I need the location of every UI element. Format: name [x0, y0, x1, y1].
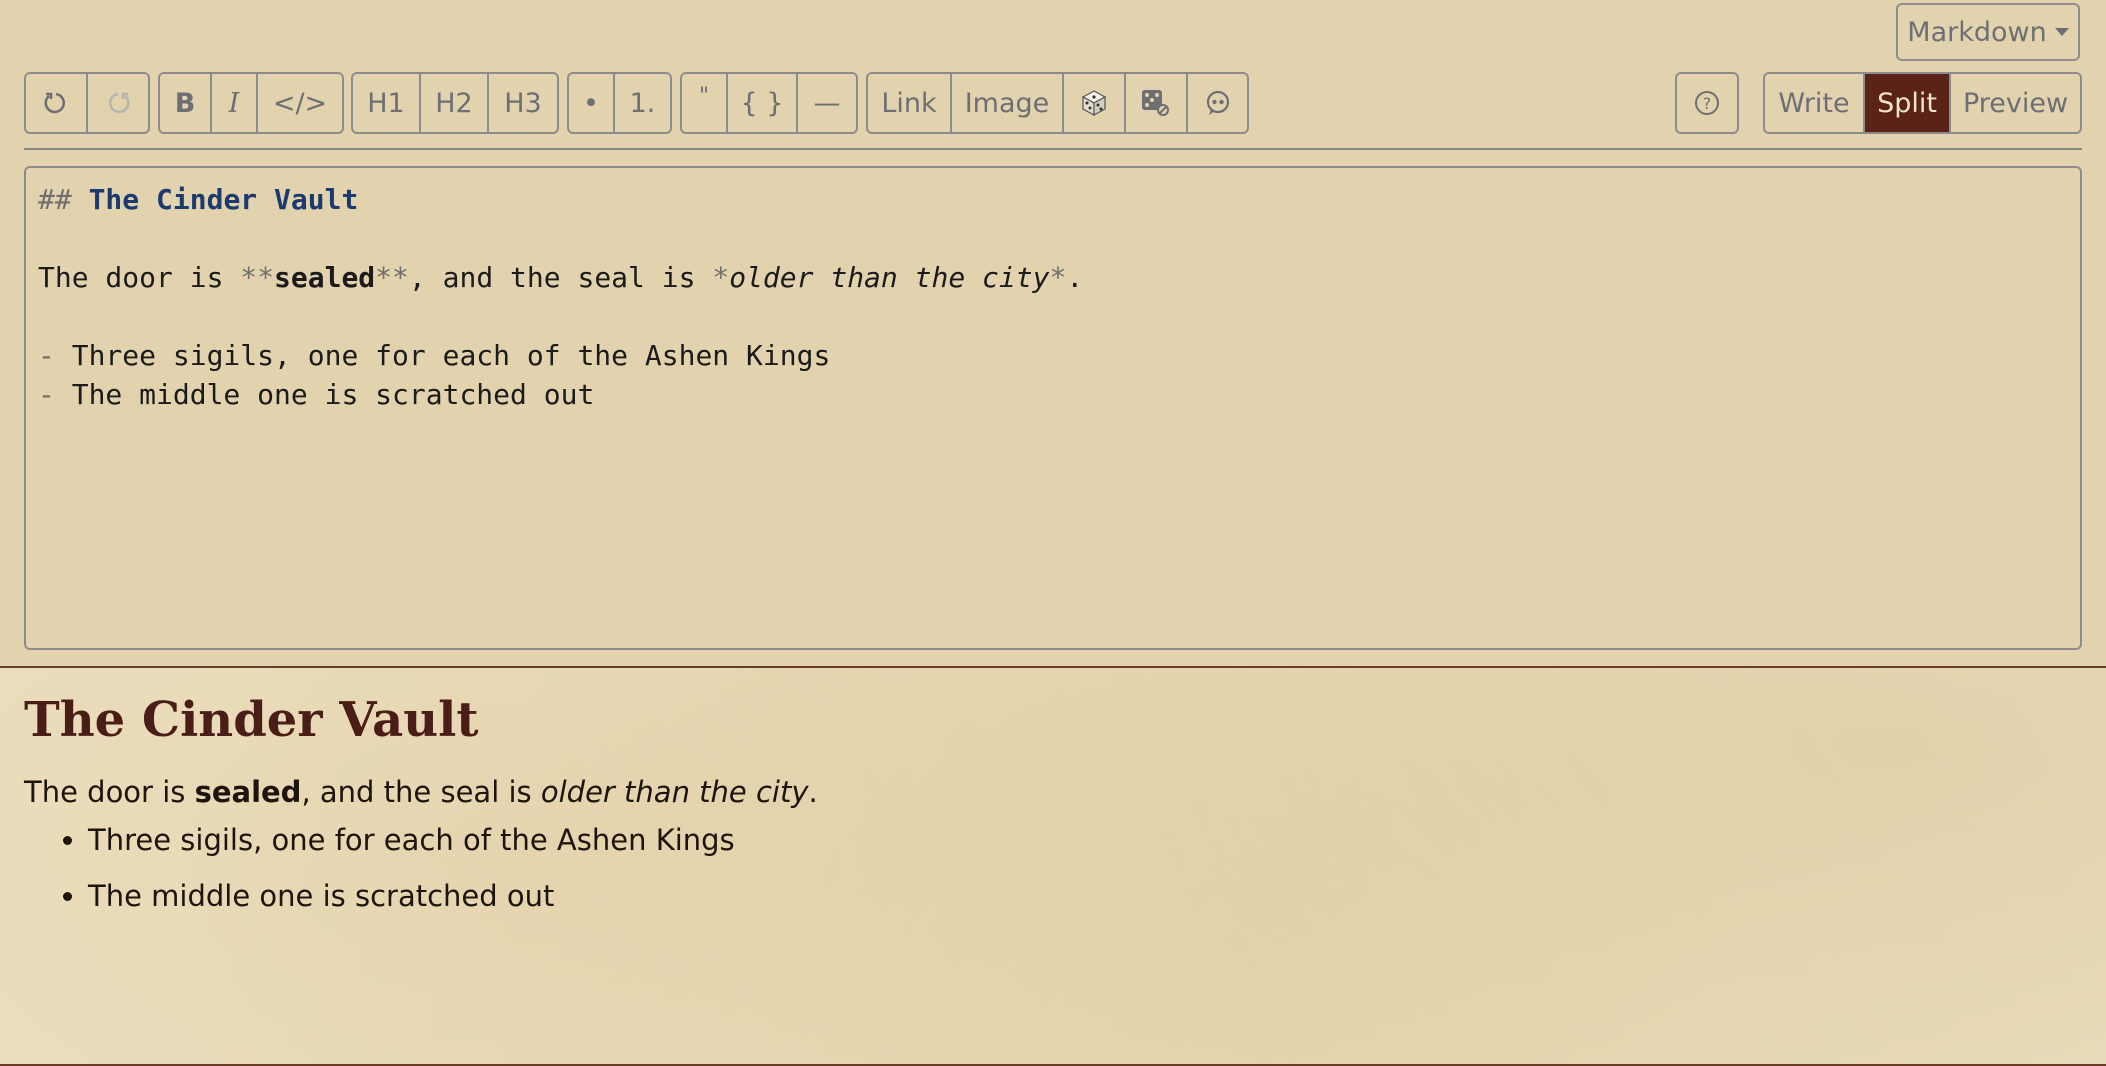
view-mode-tabs: Write Split Preview [1763, 72, 2082, 134]
history-group [24, 72, 150, 134]
h3-button[interactable]: H3 [489, 74, 557, 132]
table-link-button[interactable] [1126, 74, 1188, 132]
editor-line-list-item: - Three sigils, one for each of the Ashe… [38, 336, 2068, 375]
heading-group: H1 H2 H3 [351, 72, 559, 134]
h1-button[interactable]: H1 [353, 74, 421, 132]
preview-bold: sealed [194, 775, 302, 809]
undo-button[interactable] [26, 74, 88, 132]
preview-para-mid: , and the seal is [301, 775, 541, 809]
editor-line-list-item: - The middle one is scratched out [38, 375, 2068, 414]
preview-list: Three sigils, one for each of the Ashen … [24, 820, 2074, 916]
heading-text: The Cinder Vault [88, 183, 359, 216]
link-button[interactable]: Link [868, 74, 952, 132]
para-mid: , and the seal is [408, 261, 713, 294]
split-divider[interactable] [0, 666, 2106, 668]
rendered-preview: The Cinder Vault The door is sealed, and… [24, 690, 2074, 932]
editor-line-heading: ## The Cinder Vault [38, 180, 2068, 219]
horizontal-rule-button[interactable]: — [798, 74, 856, 132]
preview-para-pre: The door is [24, 775, 195, 809]
insert-group: Link Image [866, 72, 1249, 134]
bullet-list-button[interactable]: • [569, 74, 615, 132]
dice-roll-button[interactable] [1064, 74, 1126, 132]
toolbar-divider [24, 148, 2082, 150]
comment-icon [1204, 89, 1232, 117]
chevron-down-icon [2054, 28, 2069, 36]
list-group: • 1. [567, 72, 672, 134]
help-icon: ? [1693, 89, 1721, 117]
list-item-text: The middle one is scratched out [71, 378, 595, 411]
list-marker: - [38, 378, 72, 411]
list-item: The middle one is scratched out [88, 876, 2074, 916]
para-end: . [1066, 261, 1084, 294]
bold-button[interactable]: B [160, 74, 212, 132]
code-block-button[interactable]: { } [728, 74, 798, 132]
numbered-list-button[interactable]: 1. [615, 74, 670, 132]
preview-para-end: . [808, 775, 818, 809]
markdown-mode-dropdown[interactable]: Markdown [1896, 3, 2080, 61]
preview-paragraph: The door is sealed, and the seal is olde… [24, 772, 2074, 812]
italic-marker-open: * [712, 261, 730, 294]
preview-italic: older than the city [540, 775, 809, 809]
h2-button[interactable]: H2 [421, 74, 489, 132]
image-button[interactable]: Image [952, 74, 1064, 132]
block-group: " { } — [680, 72, 858, 134]
redo-button[interactable] [88, 74, 148, 132]
preview-heading: The Cinder Vault [24, 692, 479, 748]
para-pre: The door is [38, 261, 241, 294]
bold-text: sealed [274, 261, 376, 294]
editor-line-paragraph: The door is **sealed**, and the seal is … [38, 258, 2068, 297]
list-item-text: Three sigils, one for each of the Ashen … [71, 339, 831, 372]
comment-button[interactable] [1188, 74, 1247, 132]
quote-button[interactable]: " [682, 74, 728, 132]
tab-split[interactable]: Split [1865, 74, 1951, 132]
mode-label: Markdown [1907, 16, 2047, 48]
inline-format-group: B I </> [158, 72, 344, 134]
inline-code-button[interactable]: </> [258, 74, 342, 132]
markdown-editor[interactable]: ## The Cinder Vault The door is **sealed… [24, 166, 2082, 650]
italic-button[interactable]: I [212, 74, 258, 132]
svg-text:?: ? [1703, 94, 1712, 113]
dice-icon [1080, 89, 1108, 117]
bold-marker-open: ** [240, 261, 275, 294]
table-link-icon [1140, 88, 1172, 118]
list-item: Three sigils, one for each of the Ashen … [88, 820, 2074, 860]
undo-icon [43, 90, 69, 116]
help-group: ? [1675, 72, 1739, 134]
italic-text: older than the city [729, 261, 1050, 294]
tab-write[interactable]: Write [1765, 74, 1865, 132]
heading-marker: ## [38, 183, 89, 216]
bold-marker-close: ** [375, 261, 409, 294]
list-marker: - [38, 339, 72, 372]
tab-preview[interactable]: Preview [1951, 74, 2080, 132]
redo-icon [105, 90, 131, 116]
help-button[interactable]: ? [1677, 74, 1737, 132]
italic-marker-close: * [1049, 261, 1067, 294]
